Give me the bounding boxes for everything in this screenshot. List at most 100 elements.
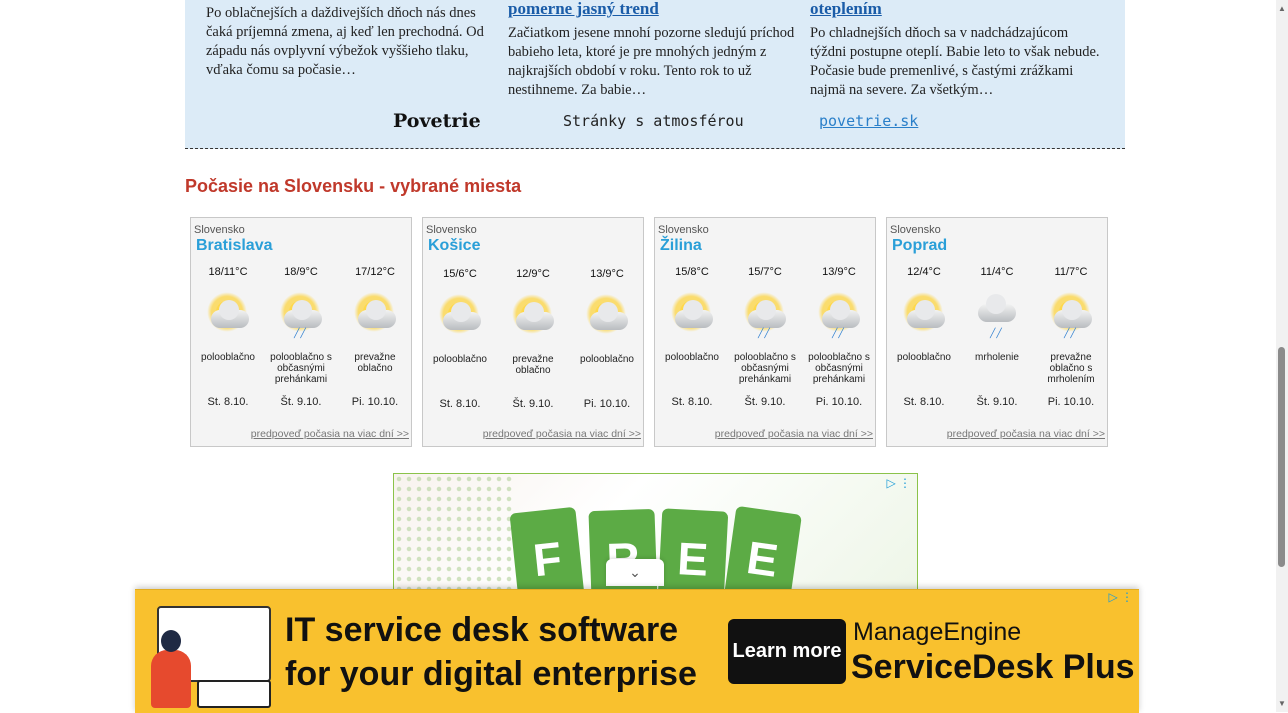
forecast-date: Pi. 10.10. bbox=[583, 398, 631, 410]
partner-link[interactable]: povetrie.sk bbox=[819, 112, 918, 130]
news-item-3[interactable]: oteplením Po chladnejších dňoch sa v nad… bbox=[810, 0, 1100, 100]
forecast-temp: 11/4°C bbox=[980, 266, 1014, 278]
news-item-1-text: Po oblačnejších a daždivejších dňoch nás… bbox=[206, 5, 484, 78]
forecast-temp: 18/11°C bbox=[208, 266, 248, 278]
forecast-desc: polooblačno s občasnými prehánkami bbox=[808, 352, 870, 385]
ad-headline-line1: IT service desk software bbox=[285, 611, 679, 649]
servicedesk-ad-banner[interactable]: IT service desk software for your digita… bbox=[135, 589, 1139, 713]
card-region: Slovensko bbox=[194, 224, 245, 236]
card-city-link[interactable]: Žilina bbox=[660, 237, 702, 255]
card-city-link[interactable]: Poprad bbox=[892, 237, 947, 255]
forecast-date: Pi. 10.10. bbox=[351, 396, 399, 408]
forecast-date: Pi. 10.10. bbox=[815, 396, 863, 408]
forecast-day: 17/12°C prevažne oblačno Pi. 10.10. bbox=[338, 266, 412, 408]
partly-cloudy-icon bbox=[887, 286, 961, 342]
partly-cloudy-icon bbox=[191, 286, 265, 342]
forecast-day: 15/6°C polooblačno St. 8.10. bbox=[423, 268, 497, 410]
rain-drops-shape: ╱╱ bbox=[832, 328, 845, 338]
partly-cloudy-icon bbox=[423, 288, 497, 344]
weather-card: Slovensko Košice 15/6°C polooblačno St. 8.10… bbox=[422, 217, 644, 447]
forecast-day: 11/7°C ╱╱ prevažne oblačno s mrholením Pi. … bbox=[1034, 266, 1108, 408]
weather-card: Slovensko Bratislava 18/11°C polooblačno St.… bbox=[190, 217, 412, 447]
partner-row: Povetrie Stránky s atmosférou povetrie.s… bbox=[185, 110, 1125, 136]
forecast-date: Št. 9.10. bbox=[744, 396, 786, 408]
card-city-link[interactable]: Bratislava bbox=[196, 237, 273, 255]
cloud-shape bbox=[211, 300, 249, 328]
cloud-shape bbox=[1054, 300, 1092, 328]
forecast-date: St. 8.10. bbox=[903, 396, 945, 408]
forecast-day: 13/9°C ╱╱ polooblačno s občasnými prehánka… bbox=[802, 266, 876, 408]
cloud-shape bbox=[822, 300, 860, 328]
forecast-day: 18/11°C polooblačno St. 8.10. bbox=[191, 266, 265, 408]
weather-card: Slovensko Poprad 12/4°C polooblačno St. 8.10… bbox=[886, 217, 1108, 447]
mostly-cloudy-icon bbox=[338, 286, 412, 342]
learn-more-button[interactable]: Learn more bbox=[728, 619, 846, 684]
free-tag-letter: F bbox=[530, 531, 565, 587]
scroll-down-arrow-icon[interactable]: ▼ bbox=[1278, 699, 1286, 708]
chevron-down-icon: ⌄ bbox=[629, 564, 641, 580]
collapse-ad-button[interactable]: ⌄ bbox=[606, 559, 664, 586]
forecast-desc: polooblačno s občasnými prehánkami bbox=[270, 352, 332, 385]
rain-drops-shape: ╱╱ bbox=[990, 328, 1003, 338]
cloud-shape bbox=[358, 300, 396, 328]
ad-product-name: ServiceDesk Plus bbox=[851, 648, 1135, 686]
helpdesk-illustration bbox=[147, 600, 273, 710]
ad-choices-icon[interactable]: ▷ ⋮ bbox=[886, 476, 911, 490]
more-forecast-link[interactable]: predpoveď počasia na viac dní >> bbox=[251, 428, 409, 440]
news-item-2[interactable]: pomerne jasný trend Začiatkom jesene mno… bbox=[508, 0, 798, 100]
forecast-temp: 12/4°C bbox=[907, 266, 941, 278]
rain-drops-shape: ╱╱ bbox=[758, 328, 771, 338]
partly-cloudy-icon bbox=[655, 286, 729, 342]
page-scrollbar[interactable]: ▲ ▼ bbox=[1276, 0, 1288, 712]
forecast-date: Št. 9.10. bbox=[512, 398, 554, 410]
news-item-3-text: Po chladnejších dňoch sa v nadchádzajúco… bbox=[810, 25, 1100, 98]
ad-dot-pattern bbox=[394, 474, 514, 589]
forecast-date: St. 8.10. bbox=[207, 396, 249, 408]
person-graphic bbox=[151, 650, 191, 708]
news-teaser-box: Po oblačnejších a daždivejších dňoch nás… bbox=[185, 0, 1125, 149]
forecast-desc: polooblačno bbox=[665, 352, 719, 363]
news-item-1[interactable]: Po oblačnejších a daždivejších dňoch nás… bbox=[206, 4, 501, 80]
cloud-shape bbox=[675, 300, 713, 328]
forecast-temp: 15/8°C bbox=[675, 266, 709, 278]
person-head-graphic bbox=[161, 630, 181, 652]
ad-headline-line2: for your digital enterprise bbox=[285, 655, 697, 693]
more-forecast-link[interactable]: predpoveď počasia na viac dní >> bbox=[715, 428, 873, 440]
forecast-desc: polooblačno bbox=[433, 354, 487, 365]
free-tag-letter: E bbox=[676, 532, 710, 586]
forecast-desc: prevažne oblačno bbox=[354, 352, 396, 374]
more-forecast-link[interactable]: predpoveď počasia na viac dní >> bbox=[947, 428, 1105, 440]
card-city-link[interactable]: Košice bbox=[428, 237, 480, 255]
forecast-temp: 17/12°C bbox=[355, 266, 395, 278]
card-region: Slovensko bbox=[890, 224, 941, 236]
partly-cloudy-showers-icon: ╱╱ bbox=[264, 286, 338, 342]
forecast-date: Št. 9.10. bbox=[280, 396, 322, 408]
news-item-3-headline[interactable]: oteplením bbox=[810, 0, 1100, 18]
forecast-desc: polooblačno s občasnými prehánkami bbox=[734, 352, 796, 385]
news-item-2-text: Začiatkom jesene mnohí pozorne sledujú p… bbox=[508, 25, 795, 98]
laptop-graphic bbox=[197, 680, 271, 708]
forecast-desc: polooblačno bbox=[201, 352, 255, 363]
more-forecast-link[interactable]: predpoveď počasia na viac dní >> bbox=[483, 428, 641, 440]
cloud-shape bbox=[590, 302, 628, 330]
forecast-day: 12/4°C polooblačno St. 8.10. bbox=[887, 266, 961, 408]
free-tag-e1: E bbox=[657, 508, 729, 589]
free-tag-f: F bbox=[509, 506, 585, 589]
cloud-shape bbox=[748, 300, 786, 328]
forecast-day: 11/4°C ╱╱ mrholenie Št. 9.10. bbox=[960, 266, 1034, 408]
partner-name[interactable]: Povetrie bbox=[393, 110, 481, 132]
section-title: Počasie na Slovensku - vybrané miesta bbox=[185, 176, 522, 196]
partner-tagline: Stránky s atmosférou bbox=[563, 112, 744, 130]
forecast-date: St. 8.10. bbox=[671, 396, 713, 408]
scroll-up-arrow-icon[interactable]: ▲ bbox=[1278, 4, 1286, 13]
cloud-shape bbox=[907, 300, 945, 328]
news-item-2-headline[interactable]: pomerne jasný trend bbox=[508, 0, 798, 18]
ad-choices-icon[interactable]: ▷ ⋮ bbox=[1108, 590, 1133, 604]
forecast-day: 15/7°C ╱╱ polooblačno s občasnými prehánka… bbox=[728, 266, 802, 408]
mostly-cloudy-drizzle-icon: ╱╱ bbox=[1034, 286, 1108, 342]
forecast-day: 12/9°C prevažne oblačno Št. 9.10. bbox=[496, 268, 570, 410]
scrollbar-thumb[interactable] bbox=[1278, 347, 1285, 567]
cloud-shape bbox=[284, 300, 322, 328]
rain-drops-shape: ╱╱ bbox=[294, 328, 307, 338]
mostly-cloudy-icon bbox=[496, 288, 570, 344]
